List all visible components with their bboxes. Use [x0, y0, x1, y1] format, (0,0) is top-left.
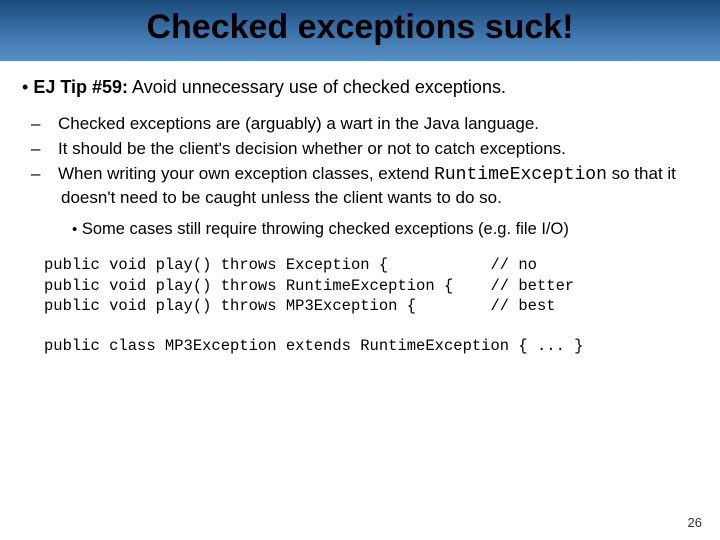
- title-bar: Checked exceptions suck!: [0, 0, 720, 61]
- page-number: 26: [688, 515, 702, 530]
- sub-sub-item: • Some cases still require throwing chec…: [22, 220, 698, 239]
- tip-text: Avoid unnecessary use of checked excepti…: [128, 77, 506, 97]
- code-line: public void play() throws RuntimeExcepti…: [44, 277, 574, 295]
- slide-title: Checked exceptions suck!: [0, 8, 720, 47]
- sub-item-1: –Checked exceptions are (arguably) a war…: [46, 113, 698, 136]
- inline-code: RuntimeException: [434, 165, 607, 185]
- main-bullet: • EJ Tip #59: Avoid unnecessary use of c…: [22, 75, 698, 99]
- slide-content: • EJ Tip #59: Avoid unnecessary use of c…: [0, 61, 720, 356]
- dash-icon: –: [46, 113, 58, 136]
- code-line: public class MP3Exception extends Runtim…: [44, 337, 584, 355]
- tip-label: EJ Tip #59:: [33, 77, 128, 97]
- sub-text-1: Checked exceptions are (arguably) a wart…: [58, 114, 539, 133]
- code-line: public void play() throws Exception { //…: [44, 256, 537, 274]
- dash-icon: –: [46, 138, 58, 161]
- code-block: public void play() throws Exception { //…: [44, 255, 698, 356]
- sub-item-2: –It should be the client's decision whet…: [46, 138, 698, 161]
- code-line: public void play() throws MP3Exception {…: [44, 297, 556, 315]
- sub-item-3: –When writing your own exception classes…: [46, 163, 698, 210]
- sub-sub-text: Some cases still require throwing checke…: [82, 220, 569, 238]
- bullet-icon: •: [72, 221, 77, 238]
- sub-text-3a: When writing your own exception classes,…: [58, 164, 434, 183]
- sub-list: –Checked exceptions are (arguably) a war…: [22, 113, 698, 210]
- sub-text-2: It should be the client's decision wheth…: [58, 139, 566, 158]
- bullet-icon: •: [22, 77, 28, 97]
- dash-icon: –: [46, 163, 58, 186]
